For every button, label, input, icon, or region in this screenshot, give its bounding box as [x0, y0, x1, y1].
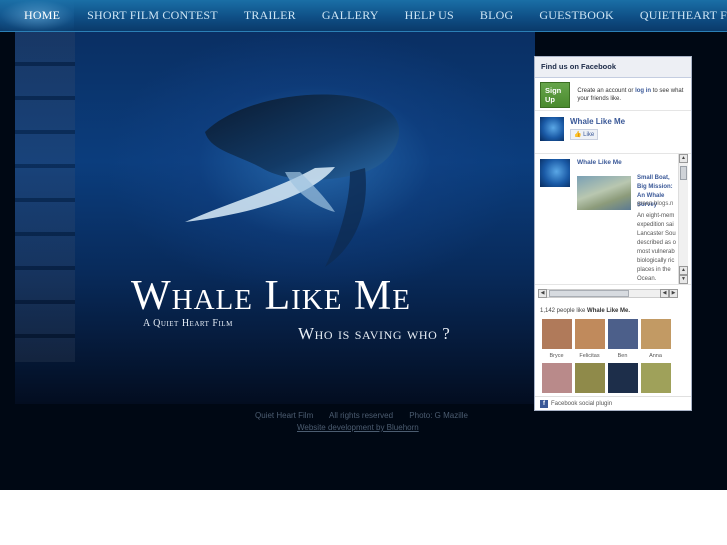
hero-subtitle: A Quiet Heart Film [143, 318, 233, 329]
fan-avatar[interactable] [541, 363, 572, 393]
scroll-up-icon-lower[interactable]: ▲ [679, 266, 688, 275]
whale-image [185, 94, 400, 267]
fan-item[interactable] [540, 363, 573, 393]
facebook-logo-icon: f [540, 399, 548, 408]
fan-avatar[interactable] [607, 319, 638, 349]
fan-avatar[interactable] [541, 319, 572, 349]
page: HOME SHORT FILM CONTEST TRAILER GALLERY … [0, 0, 727, 490]
fb-like-label: Like [583, 132, 595, 138]
fb-page-row: Whale Like Me 👍 Like [535, 111, 691, 154]
fan-avatar[interactable] [574, 319, 605, 349]
footer-rights: All rights reserved [329, 411, 394, 420]
fb-page-thumbnail[interactable] [540, 117, 564, 141]
fb-plugin-footer: f Facebook social plugin [535, 396, 691, 410]
nav-guestbook[interactable]: GUESTBOOK [526, 0, 626, 31]
fb-fans-grid: Bryce Felicitas Ben Anna [535, 317, 691, 393]
fb-header: Find us on Facebook [535, 57, 691, 78]
nav-short-film-contest[interactable]: SHORT FILM CONTEST [74, 0, 231, 31]
fb-stream-hscroll-thumb[interactable] [549, 290, 629, 297]
fb-page-name[interactable]: Whale Like Me [570, 117, 625, 126]
footer-dev-link[interactable]: Website development by Bluehorn [297, 423, 419, 432]
fb-post-body: An eight-mem expedition sai Lancaster So… [637, 213, 677, 282]
fan-name[interactable]: Anna [639, 353, 672, 363]
scroll-right-icon[interactable]: ▶ [669, 289, 678, 298]
fan-avatar[interactable] [640, 319, 671, 349]
fan-name[interactable]: Bryce [540, 353, 573, 363]
nav-quietheart-film[interactable]: QUIETHEART FILM [627, 0, 727, 31]
fb-fans-page-name[interactable]: Whale Like Me. [587, 308, 630, 314]
nav-help-us[interactable]: HELP US [392, 0, 467, 31]
footer-credits: Quiet Heart Film All rights reserved Pho… [255, 411, 482, 420]
nav-gallery[interactable]: GALLERY [309, 0, 392, 31]
fb-stream-vscrollbar[interactable]: ▲ ▲ ▼ [678, 154, 688, 284]
hero-tagline: Who is saving who ? [298, 324, 451, 343]
fb-like-button[interactable]: 👍 Like [570, 129, 599, 140]
nav-trailer[interactable]: TRAILER [231, 0, 309, 31]
fb-stream[interactable]: Whale Like Me Small Boat, Big Mission: A… [535, 154, 691, 285]
fb-post-image[interactable] [577, 176, 631, 210]
fb-signup-button[interactable]: Sign Up [540, 82, 571, 108]
fan-avatar[interactable] [640, 363, 671, 393]
filmstrip-decoration [15, 32, 75, 362]
thumbs-up-icon: 👍 [574, 132, 582, 138]
scroll-up-icon[interactable]: ▲ [679, 154, 688, 163]
fan-item[interactable]: Bryce [540, 319, 573, 363]
fan-name[interactable]: Felicitas [573, 353, 606, 363]
fan-avatar[interactable] [607, 363, 638, 393]
hero-banner: Whale Like Me A Quiet Heart Film Who is … [15, 32, 535, 404]
nav-home[interactable]: HOME [0, 0, 75, 31]
scroll-left-icon[interactable]: ◀ [538, 289, 547, 298]
scroll-left-icon-right[interactable]: ◀ [660, 289, 669, 298]
fan-item[interactable]: Ben [606, 319, 639, 363]
fb-fans-count-text: 1,142 people like [540, 308, 586, 314]
fan-item[interactable]: Anna [639, 319, 672, 363]
fb-stream-hscrollbar[interactable]: ◀ ◀ ▶ [538, 289, 678, 298]
scroll-down-icon[interactable]: ▼ [679, 275, 688, 284]
facebook-widget: Find us on Facebook Sign Up Create an ac… [534, 56, 692, 411]
fan-item[interactable]: Felicitas [573, 319, 606, 363]
fb-post-source: green.blogs.n [637, 201, 674, 207]
fb-stream-author[interactable]: Whale Like Me [577, 159, 622, 166]
footer-photo: Photo: G Mazille [409, 411, 468, 420]
fb-plugin-label[interactable]: Facebook social plugin [551, 397, 612, 411]
main-nav: HOME SHORT FILM CONTEST TRAILER GALLERY … [0, 0, 727, 32]
fb-fans-count: 1,142 people like Whale Like Me. [535, 299, 691, 317]
fan-item[interactable] [639, 363, 672, 393]
nav-blog[interactable]: BLOG [467, 0, 526, 31]
fb-login-link[interactable]: log in [635, 88, 651, 94]
fb-stream-thumbnail [540, 159, 570, 187]
fan-item[interactable] [606, 363, 639, 393]
fb-signup-row: Sign Up Create an account or log in to s… [535, 78, 691, 111]
fan-item[interactable] [573, 363, 606, 393]
fan-name[interactable]: Ben [606, 353, 639, 363]
fb-signup-text-pre: Create an account or [577, 88, 634, 94]
footer-company: Quiet Heart Film [255, 411, 314, 420]
fan-avatar[interactable] [574, 363, 605, 393]
fb-stream-vscroll-thumb[interactable] [680, 166, 687, 180]
fb-signup-text: Create an account or log in to see what … [577, 87, 686, 103]
hero-title: Whale Like Me [131, 273, 411, 319]
